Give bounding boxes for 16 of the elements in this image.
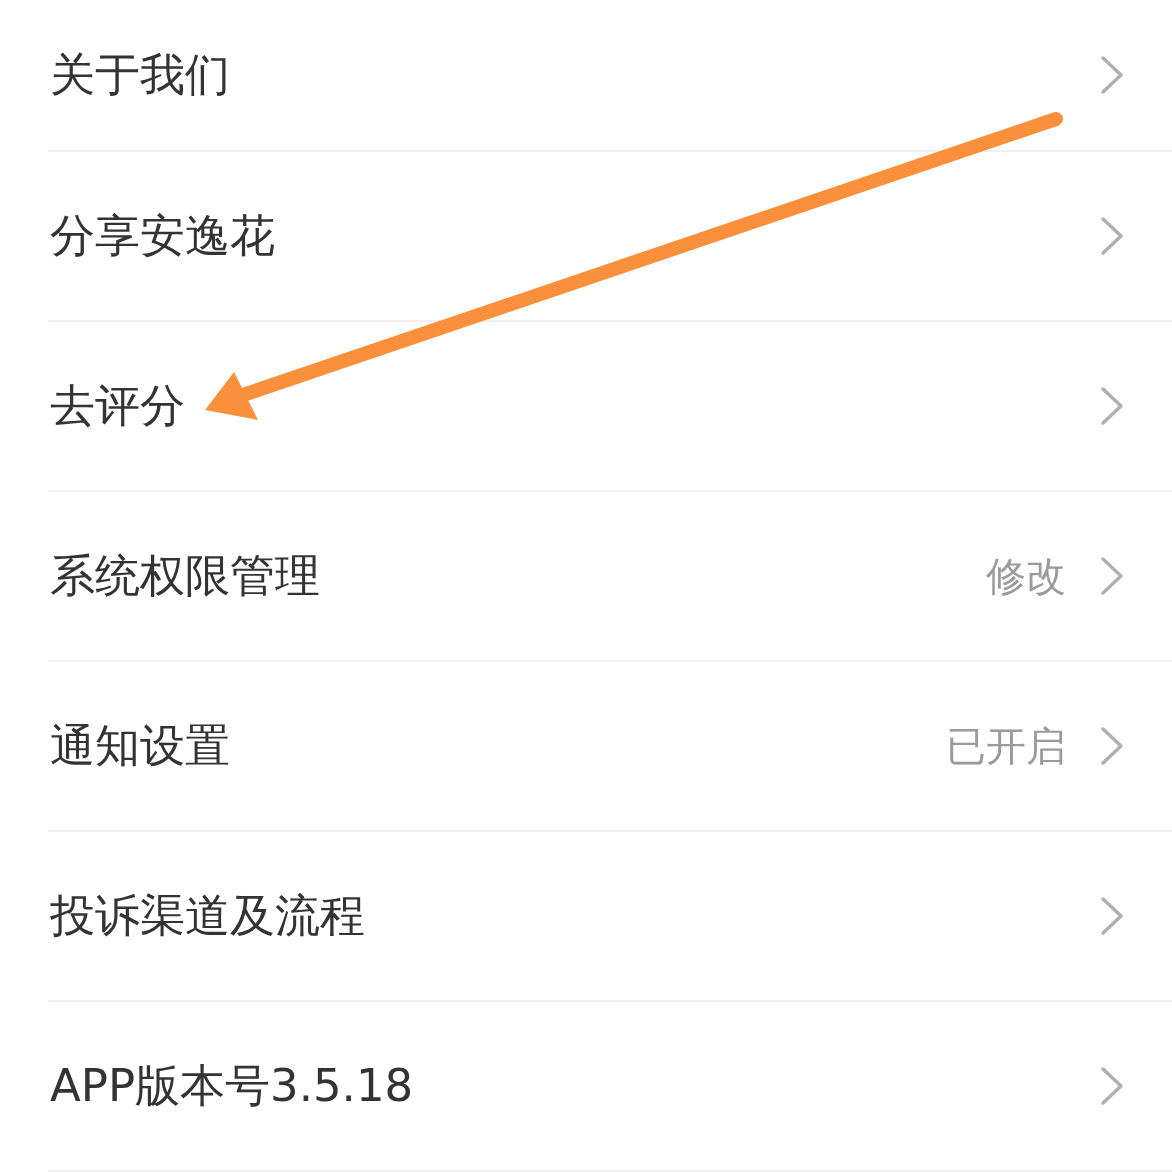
- chevron-right-icon: [1100, 896, 1124, 936]
- row-label: 关于我们: [49, 47, 230, 103]
- row-label: APP版本号3.5.18: [49, 1058, 414, 1114]
- row-label: 通知设置: [49, 718, 230, 774]
- chevron-right-icon: [1100, 1066, 1124, 1106]
- row-value: 修改: [986, 551, 1066, 601]
- chevron-right-icon: [1100, 55, 1124, 95]
- row-label: 系统权限管理: [49, 548, 320, 604]
- chevron-right-icon: [1100, 726, 1124, 766]
- chevron-right-icon: [1100, 216, 1124, 256]
- row-label: 投诉渠道及流程: [49, 888, 365, 944]
- row-label: 分享安逸花: [49, 208, 275, 264]
- chevron-right-icon: [1100, 556, 1124, 596]
- row-value: 已开启: [946, 721, 1066, 771]
- row-label: 去评分: [49, 378, 185, 434]
- chevron-right-icon: [1100, 386, 1124, 426]
